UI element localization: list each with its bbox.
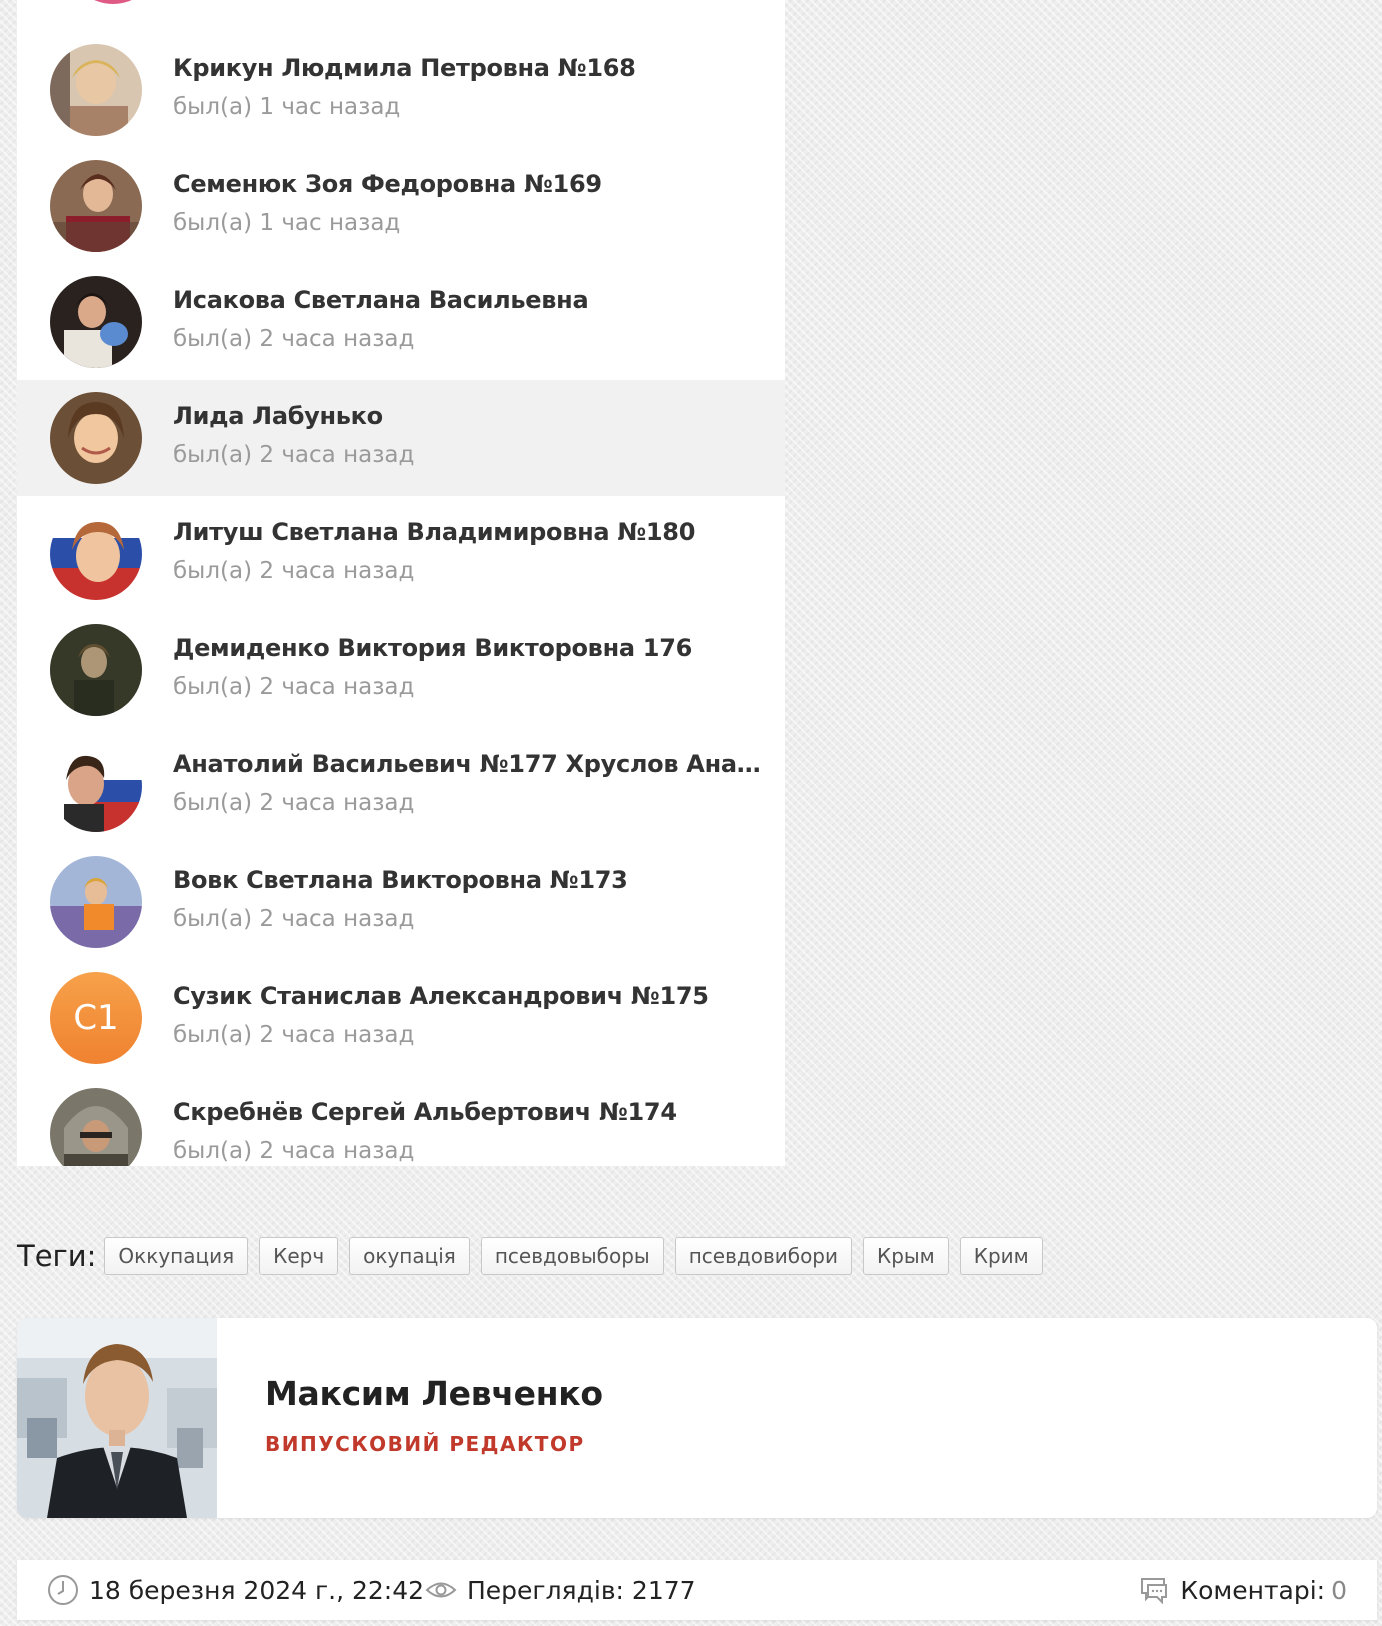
contact-status: был(а) 2 часа назад [173,1022,415,1048]
publish-date-text: 18 березня 2024 г., 22:42 [89,1575,425,1605]
contact-name: Исакова Светлана Васильевна [173,286,589,314]
avatar [50,508,142,600]
tag-link[interactable]: Крим [959,1237,1043,1275]
tag-link[interactable]: Керч [259,1237,339,1275]
tag-link[interactable]: окупація [349,1237,470,1275]
contact-status: был(а) 2 часа назад [173,674,415,700]
avatar [50,44,142,136]
avatar-initials: С1 [50,972,142,1064]
tags-row: Теги: Оккупация Керч окупація псевдовыбо… [17,1236,1054,1276]
author-name[interactable]: Максим Левченко [265,1374,603,1413]
contact-name: Скребнёв Сергей Альбертович №174 [173,1098,677,1126]
article-meta-bar: 18 березня 2024 г., 22:42 Переглядів: 21… [17,1560,1377,1620]
clock-icon [47,1574,79,1606]
contact-row: Литуш Светлана Владимировна №180 был(а) … [17,496,785,612]
comments-count: 0 [1331,1575,1347,1605]
contact-name: Сузик Станислав Александрович №175 [173,982,709,1010]
comment-icon [1138,1575,1170,1605]
tag-link[interactable]: псевдовыборы [480,1237,664,1275]
tags-label: Теги: [17,1239,97,1273]
author-photo[interactable] [17,1318,217,1518]
contact-row: Крикун Людмила Петровна №168 был(а) 1 ча… [17,32,785,148]
contact-row-selected: Лида Лабунько был(а) 2 часа назад [17,380,785,496]
avatar [50,160,142,252]
contact-name: Вовк Светлана Викторовна №173 [173,866,628,894]
tag-link[interactable]: псевдовибори [674,1237,852,1275]
contact-name: Лида Лабунько [173,402,383,430]
contact-row: Исакова Светлана Васильевна был(а) 2 час… [17,264,785,380]
contact-status: был(а) 2 часа назад [173,906,415,932]
author-card: Максим Левченко ВИПУСКОВИЙ РЕДАКТОР [17,1318,1377,1518]
contact-name: Крикун Людмила Петровна №168 [173,54,636,82]
avatar [50,856,142,948]
contact-name: Литуш Светлана Владимировна №180 [173,518,696,546]
contact-row: Скребнёв Сергей Альбертович №174 был(а) … [17,1076,785,1166]
comments-label: Коментарі: [1180,1575,1326,1605]
views-text: Переглядів: 2177 [467,1575,696,1605]
avatar [50,276,142,368]
publish-date: 18 березня 2024 г., 22:42 [47,1560,424,1620]
contact-row: Анатолий Васильевич №177 Хруслов Анатоли… [17,728,785,844]
contact-status: был(а) 2 часа назад [173,1138,415,1164]
contact-row: Семенюк Зоя Федоровна №169 был(а) 1 час … [17,148,785,264]
contact-status: был(а) 2 часа назад [173,558,415,584]
tag-link[interactable]: Крым [863,1237,949,1275]
author-role: ВИПУСКОВИЙ РЕДАКТОР [265,1432,585,1456]
contact-status: был(а) 1 час назад [173,94,401,120]
contact-list-screenshot: Крикун Людмила Петровна №168 был(а) 1 ча… [17,0,785,1166]
contact-row: Вовк Светлана Викторовна №173 был(а) 2 ч… [17,844,785,960]
contact-row: С1 Сузик Станислав Александрович №175 бы… [17,960,785,1076]
eye-icon [425,1579,457,1601]
contact-status: был(а) 1 час назад [173,210,401,236]
contact-row: Демиденко Виктория Викторовна 176 был(а)… [17,612,785,728]
contact-status: был(а) 2 часа назад [173,442,415,468]
contact-name: Анатолий Васильевич №177 Хруслов Анатоли… [173,750,768,778]
contact-status: был(а) 2 часа назад [173,326,415,352]
views-count: Переглядів: 2177 [425,1560,696,1620]
avatar [50,624,142,716]
avatar [50,1088,142,1166]
contact-status: был(а) 2 часа назад [173,790,415,816]
avatar [50,392,142,484]
contact-name: Семенюк Зоя Федоровна №169 [173,170,602,198]
contact-name: Демиденко Виктория Викторовна 176 [173,634,693,662]
tag-link[interactable]: Оккупация [104,1237,249,1275]
comments-link[interactable]: Коментарі: 0 [1138,1560,1347,1620]
avatar-partial [67,0,159,4]
avatar [50,740,142,832]
